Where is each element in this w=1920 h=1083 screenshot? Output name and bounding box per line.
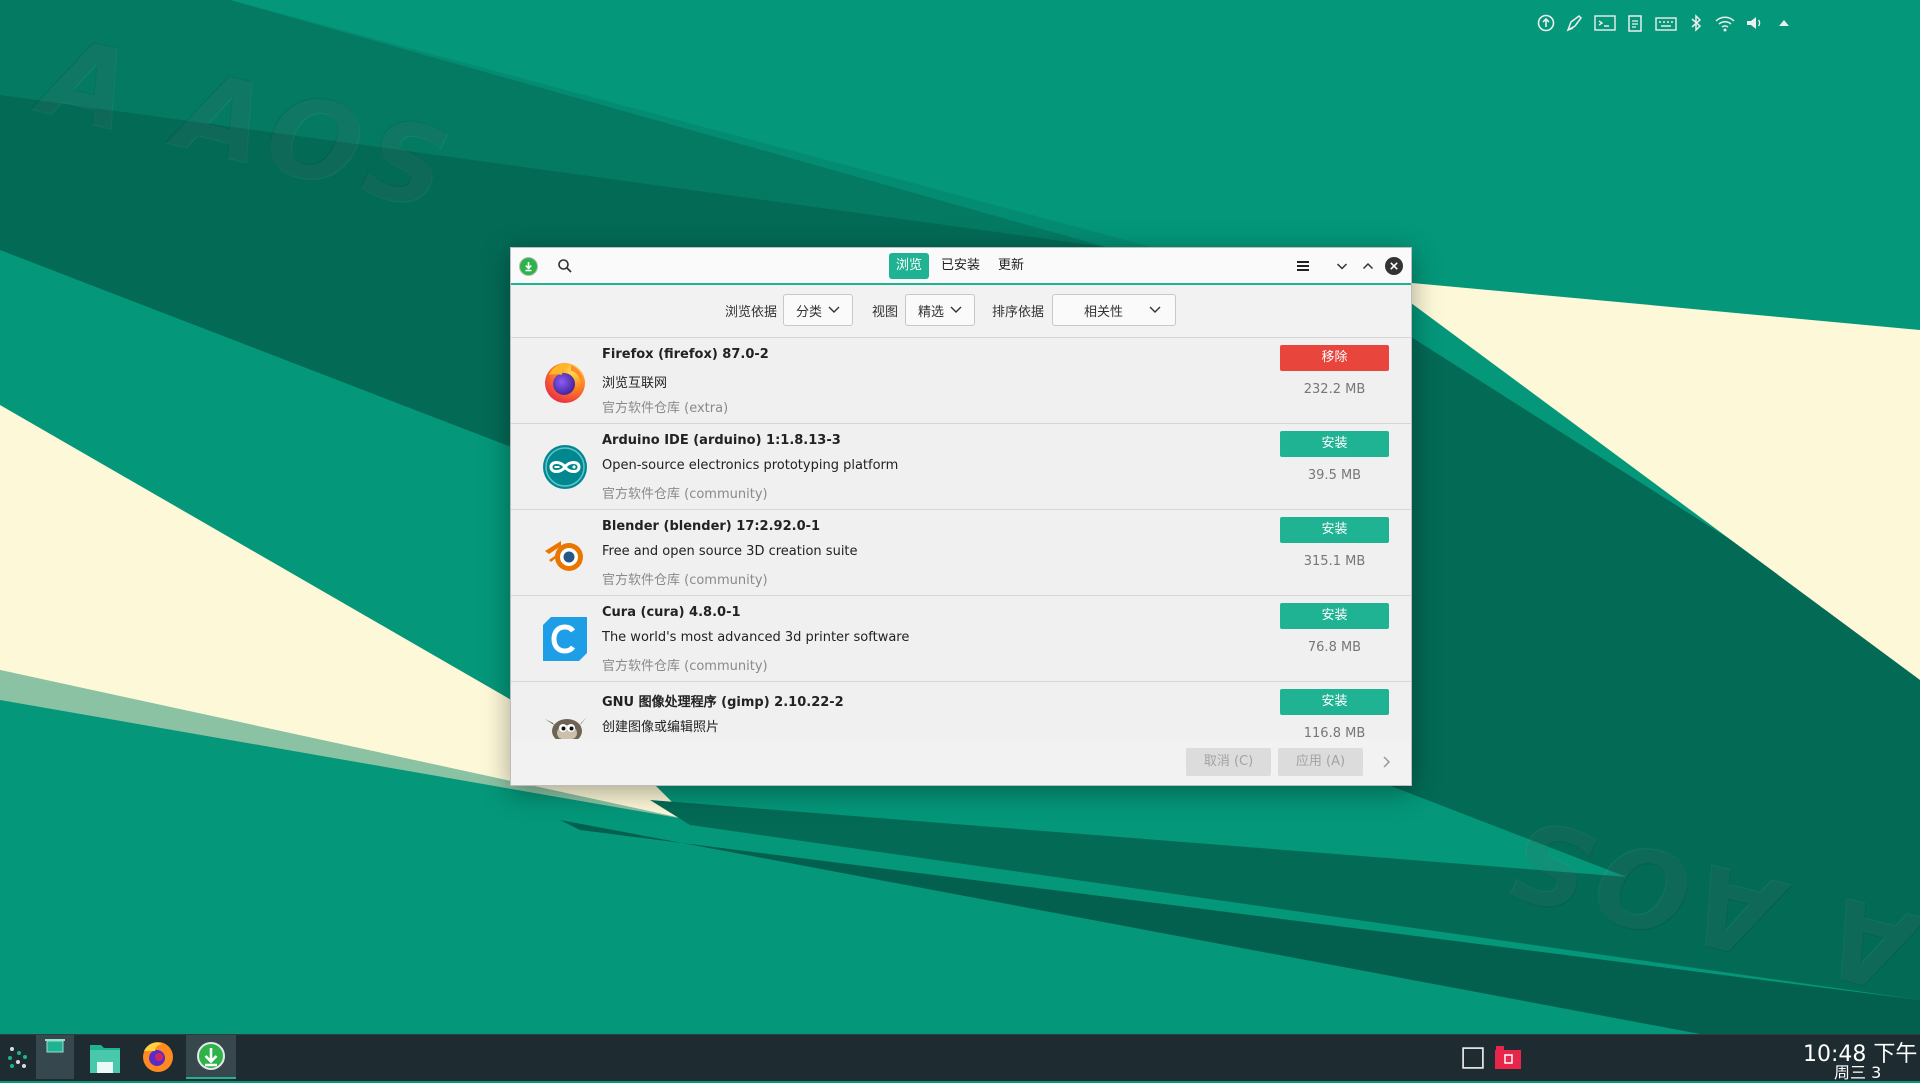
chevron-down-icon (828, 306, 840, 313)
update-icon[interactable] (1536, 13, 1556, 33)
package-description: 创建图像或编辑照片 (602, 720, 720, 735)
package-title: GNU 图像处理程序 (gimp) 2.10.22-2 (602, 695, 844, 710)
gimp-icon (545, 717, 587, 739)
app-launcher-icon[interactable] (3, 1035, 33, 1079)
browse-by-dropdown[interactable]: 分类 (783, 294, 853, 326)
package-repo: 官方软件仓库 (community) (602, 573, 768, 588)
firefox-icon (545, 363, 585, 403)
install-button[interactable]: 安装 (1280, 689, 1389, 715)
apply-button[interactable]: 应用 (A) (1278, 748, 1363, 776)
package-row-gimp[interactable]: GNU 图像处理程序 (gimp) 2.10.22-2 创建图像或编辑照片 安装… (511, 682, 1411, 739)
sort-value: 相关性 (1084, 305, 1124, 320)
package-title: Cura (cura) 4.8.0-1 (602, 605, 741, 620)
view-dropdown[interactable]: 精选 (905, 294, 975, 326)
wifi-icon[interactable] (1714, 13, 1736, 33)
package-description: Open-source electronics prototyping plat… (602, 458, 899, 473)
tab-installed[interactable]: 已安装 (934, 253, 987, 279)
install-button[interactable]: 安装 (1280, 517, 1389, 543)
terminal-icon[interactable] (1594, 13, 1616, 33)
package-manager-taskbar-button[interactable] (186, 1035, 236, 1079)
title-bar[interactable]: 浏览 已安装 更新 (511, 248, 1411, 285)
window-preview-icon[interactable] (1461, 1047, 1485, 1069)
show-desktop-button[interactable] (36, 1035, 74, 1079)
package-size: 315.1 MB (1303, 554, 1366, 569)
close-icon[interactable] (1385, 257, 1403, 275)
package-size: 76.8 MB (1307, 640, 1362, 655)
bottom-action-bar: 取消 (C) 应用 (A) (511, 743, 1411, 785)
package-row-blender[interactable]: Blender (blender) 17:2.92.0-1 Free and o… (511, 510, 1411, 596)
clipboard-icon[interactable] (1625, 13, 1645, 33)
bluetooth-icon[interactable] (1686, 13, 1706, 33)
maximize-chevron-icon[interactable] (1359, 257, 1377, 275)
package-repo: 官方软件仓库 (extra) (602, 401, 729, 416)
volume-icon[interactable] (1744, 13, 1764, 33)
search-icon[interactable] (556, 257, 574, 275)
package-row-cura[interactable]: Cura (cura) 4.8.0-1 The world's most adv… (511, 596, 1411, 682)
arduino-icon (543, 445, 587, 489)
minimize-chevron-icon[interactable] (1333, 257, 1351, 275)
view-label: 视图 (872, 305, 899, 320)
remove-button[interactable]: 移除 (1280, 345, 1389, 371)
chevron-down-icon (950, 306, 962, 313)
package-row-firefox[interactable]: Firefox (firefox) 87.0-2 浏览互联网 官方软件仓库 (e… (511, 338, 1411, 424)
package-size: 116.8 MB (1303, 726, 1366, 739)
package-repo: 官方软件仓库 (community) (602, 487, 768, 502)
taskbar (0, 1034, 1920, 1081)
tab-updates[interactable]: 更新 (991, 253, 1031, 279)
blender-icon (545, 541, 583, 571)
package-row-arduino[interactable]: Arduino IDE (arduino) 1:1.8.13-3 Open-so… (511, 424, 1411, 510)
package-description: Free and open source 3D creation suite (602, 544, 858, 559)
cancel-button[interactable]: 取消 (C) (1186, 748, 1271, 776)
browse-by-value: 分类 (796, 305, 823, 320)
cura-icon (543, 617, 587, 661)
chevron-down-icon (1149, 306, 1161, 313)
package-manager-taskbar-icon (197, 1042, 225, 1070)
sort-dropdown[interactable]: 相关性 (1052, 294, 1176, 326)
file-manager-icon[interactable] (85, 1035, 125, 1079)
install-button[interactable]: 安装 (1280, 603, 1389, 629)
chevron-right-icon[interactable] (1379, 755, 1393, 769)
package-description: 浏览互联网 (602, 376, 668, 391)
app-logo-icon (519, 257, 538, 276)
pen-icon[interactable] (1565, 13, 1585, 33)
package-description: The world's most advanced 3d printer sof… (602, 630, 910, 645)
package-title: Arduino IDE (arduino) 1:1.8.13-3 (602, 433, 841, 448)
firefox-taskbar-icon[interactable] (138, 1035, 178, 1079)
view-value: 精选 (918, 305, 945, 320)
hamburger-menu-icon[interactable] (1294, 257, 1312, 275)
desktop-icon (45, 1039, 65, 1053)
browse-by-label: 浏览依据 (725, 305, 778, 320)
notification-bag-icon[interactable] (1493, 1044, 1523, 1070)
tray-expand-icon[interactable] (1774, 13, 1794, 33)
keyboard-icon[interactable] (1655, 13, 1677, 33)
package-size: 232.2 MB (1303, 382, 1366, 397)
sort-by-label: 排序依据 (992, 305, 1045, 320)
clock-date[interactable]: 周三 3 (1834, 1059, 1881, 1083)
install-button[interactable]: 安装 (1280, 431, 1389, 457)
package-manager-window: 浏览 已安装 更新 浏览依据 分类 视图 精选 排序依据 相关性 Firefox… (510, 247, 1412, 786)
package-title: Blender (blender) 17:2.92.0-1 (602, 519, 821, 534)
package-title: Firefox (firefox) 87.0-2 (602, 347, 769, 362)
filter-bar: 浏览依据 分类 视图 精选 排序依据 相关性 (511, 285, 1411, 338)
package-repo: 官方软件仓库 (community) (602, 659, 768, 674)
tab-browse[interactable]: 浏览 (889, 253, 930, 279)
package-size: 39.5 MB (1307, 468, 1362, 483)
package-list[interactable]: Firefox (firefox) 87.0-2 浏览互联网 官方软件仓库 (e… (511, 338, 1411, 739)
